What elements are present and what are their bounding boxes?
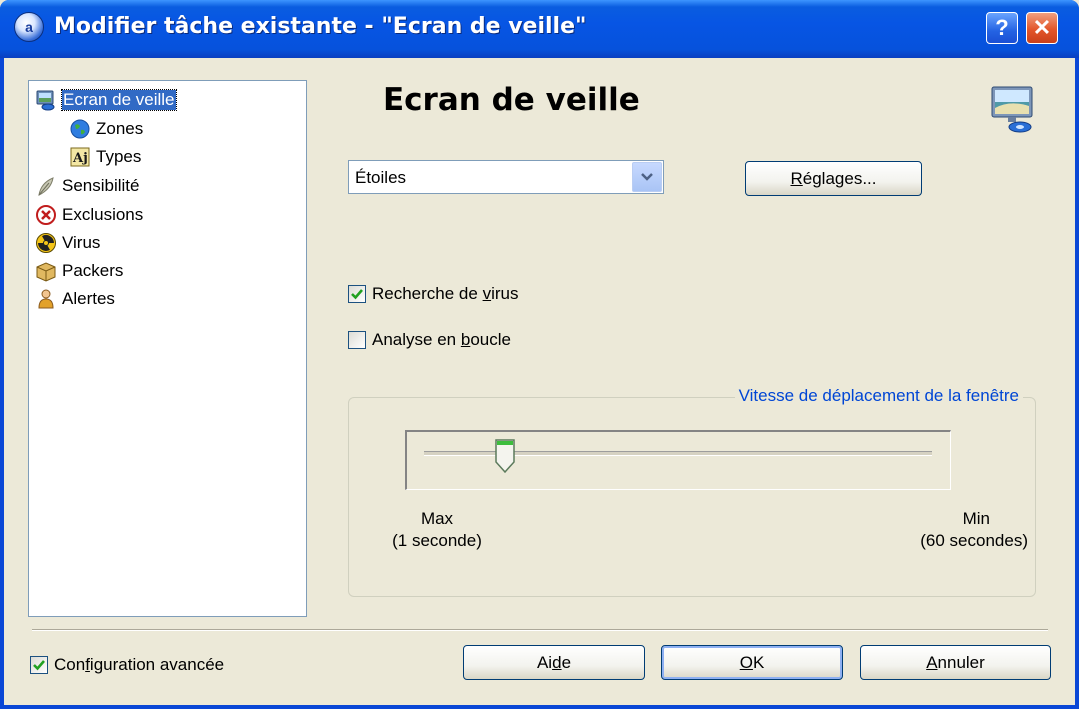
virus-scan-checkbox[interactable]: Recherche de virus [348, 284, 518, 304]
cancel-button[interactable]: Annuler [860, 645, 1051, 680]
tree-item-sensibilite[interactable]: Sensibilité [35, 173, 140, 199]
settings-button-mnemonic: R [790, 169, 803, 188]
tree-label: Packers [62, 261, 124, 280]
svg-text:Aj: Aj [72, 151, 88, 166]
tree-item-ecran-de-veille[interactable]: Ecran de veille [35, 87, 177, 113]
speed-slider-thumb[interactable] [494, 438, 516, 474]
checkbox-box[interactable] [30, 656, 48, 674]
checkmark-icon [351, 289, 363, 300]
ok-button[interactable]: OK [661, 645, 843, 680]
help-dialog-button[interactable]: Aide [463, 645, 645, 680]
advanced-config-label: Configuration avancée [54, 655, 225, 674]
screensaver-select-value: Étoiles [355, 168, 407, 187]
tree-label: Zones [96, 119, 144, 138]
screensaver-select[interactable]: Étoiles [348, 160, 664, 194]
tree-label: Alertes [62, 289, 115, 308]
feather-icon [38, 177, 54, 196]
window-title: Modifier tâche existante - "Ecran de vei… [54, 14, 587, 39]
screensaver-monitor-icon [991, 86, 1033, 133]
exclusion-icon [36, 205, 56, 225]
settings-tree[interactable]: Ecran de veille Zones Aj Types Sensibili… [28, 80, 307, 617]
tree-label: Types [96, 147, 142, 166]
close-button[interactable]: ✕ [1026, 12, 1058, 44]
virus-scan-label: Recherche de virus [372, 284, 519, 303]
loop-scan-checkbox[interactable]: Analyse en boucle [348, 330, 511, 350]
globe-icon [70, 119, 90, 139]
speed-group-legend: Vitesse de déplacement de la fenêtre [734, 386, 1023, 406]
tree-label: Virus [62, 233, 101, 252]
dropdown-arrow-button[interactable] [632, 162, 662, 192]
loop-scan-label: Analyse en boucle [372, 330, 511, 349]
speed-groupbox: Vitesse de déplacement de la fenêtre [348, 386, 1036, 597]
package-icon [36, 262, 56, 282]
tree-item-zones[interactable]: Zones [69, 116, 143, 142]
app-icon: a [14, 12, 44, 42]
slider-min-label: Min (60 secondes) [920, 509, 1028, 550]
radiation-icon [36, 233, 56, 253]
tree-item-packers[interactable]: Packers [35, 258, 123, 284]
tree-item-types[interactable]: Aj Types [69, 144, 141, 170]
advanced-config-checkbox[interactable]: Configuration avancée [30, 655, 224, 675]
checkbox-box[interactable] [348, 285, 366, 303]
tree-item-alertes[interactable]: Alertes [35, 286, 115, 312]
checkbox-box[interactable] [348, 331, 366, 349]
tree-label: Ecran de veille [61, 89, 177, 111]
slider-max-label: Max (1 seconde) [392, 509, 482, 550]
tree-item-virus[interactable]: Virus [35, 230, 100, 256]
title-bar[interactable]: a Modifier tâche existante - "Ecran de v… [0, 0, 1079, 58]
footer-divider [32, 629, 1048, 631]
help-button[interactable]: ? [986, 12, 1018, 44]
section-title: Ecran de veille [383, 82, 640, 118]
tree-label: Sensibilité [62, 176, 140, 195]
types-icon: Aj [70, 147, 90, 167]
monitor-icon [36, 90, 55, 111]
settings-button[interactable]: Réglages... [745, 161, 922, 196]
checkmark-icon [33, 660, 45, 671]
speed-slider-frame [405, 430, 951, 490]
tree-label: Exclusions [62, 205, 144, 224]
person-icon [38, 289, 54, 309]
chevron-down-icon [641, 173, 653, 181]
settings-button-label: églages... [802, 169, 877, 188]
tree-item-exclusions[interactable]: Exclusions [35, 202, 143, 228]
